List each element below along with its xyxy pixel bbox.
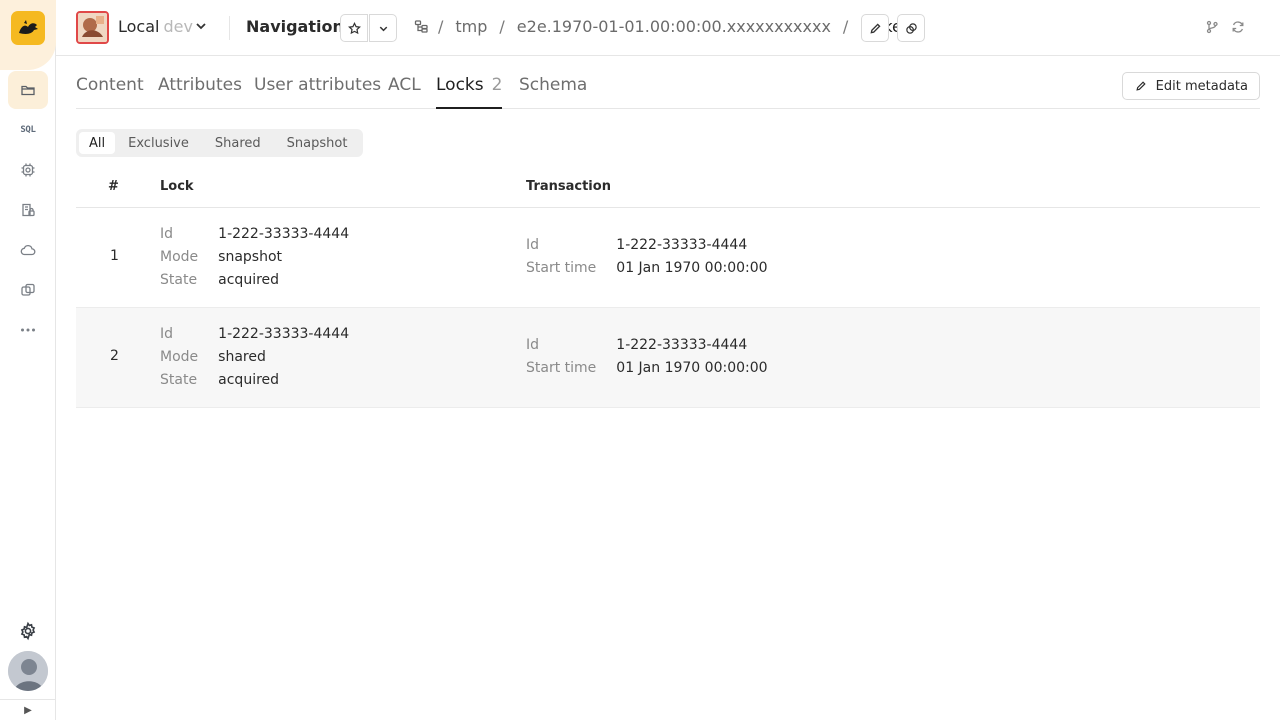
lock-mode-value: shared	[218, 349, 266, 365]
blocks-icon	[21, 283, 35, 296]
transaction-id-key: Id	[526, 237, 540, 253]
tab-content[interactable]: Content	[76, 75, 144, 109]
rail-navigation[interactable]	[8, 71, 48, 109]
rail-more[interactable]	[8, 311, 48, 349]
transaction-start-key: Start time	[526, 360, 597, 376]
filter-shared[interactable]: Shared	[202, 132, 274, 154]
avatar-icon	[8, 651, 48, 691]
filter-exclusive[interactable]: Exclusive	[115, 132, 202, 154]
logo-icon	[19, 20, 38, 34]
rail-system[interactable]	[8, 151, 48, 189]
tab-locks[interactable]: Locks 2	[436, 75, 503, 109]
transaction-id-value: 1-222-33333-4444	[616, 237, 748, 253]
more-icon	[21, 328, 35, 332]
lock-mode-key: Mode	[160, 249, 199, 265]
folder-icon	[21, 85, 35, 96]
filter-all[interactable]: All	[79, 132, 116, 154]
tab-attributes[interactable]: Attributes	[158, 75, 242, 109]
locks-table: # Lock Transaction 1 Id 1-222-33333-4444…	[76, 167, 1260, 408]
tree-root-icon[interactable]	[414, 19, 429, 34]
logo-area	[0, 0, 56, 70]
git-branch-icon[interactable]	[1205, 20, 1219, 34]
table-header: # Lock Transaction	[76, 167, 1260, 208]
pencil-icon	[1136, 81, 1146, 91]
chevron-down-icon	[379, 26, 387, 31]
collapse-rail-button[interactable]: ▶	[0, 699, 56, 720]
tab-locks-label: Locks	[436, 75, 484, 95]
user-avatar[interactable]	[8, 651, 48, 691]
object-tabs: Content Attributes User attributes ACL L…	[76, 62, 1260, 109]
copy-icon	[905, 22, 917, 34]
left-rail: SQL ▶	[0, 0, 56, 720]
star-icon	[347, 21, 361, 34]
transaction-details: Id 1-222-33333-4444 Start time 01 Jan 19…	[526, 236, 768, 277]
breadcrumb-separator: /	[842, 17, 849, 36]
column-header-transaction[interactable]: Transaction	[526, 179, 611, 194]
tab-schema[interactable]: Schema	[519, 75, 587, 109]
transaction-details: Id 1-222-33333-4444 Start time 01 Jan 19…	[526, 336, 768, 377]
column-header-lock[interactable]: Lock	[160, 179, 194, 194]
refresh-icon[interactable]	[1231, 20, 1245, 34]
lock-state-key: State	[160, 372, 198, 388]
chevron-down-icon[interactable]	[194, 19, 208, 33]
rail-sql[interactable]: SQL	[8, 111, 48, 149]
app-logo[interactable]	[11, 11, 45, 45]
page-title: Navigation	[246, 17, 344, 36]
lock-mode-key: Mode	[160, 349, 199, 365]
transaction-start-value: 01 Jan 1970 00:00:00	[616, 260, 768, 276]
cluster-thumbnail[interactable]	[76, 11, 109, 44]
play-right-icon: ▶	[24, 704, 32, 716]
rail-queries[interactable]	[8, 271, 48, 309]
edit-path-button[interactable]	[861, 14, 889, 42]
rail-cloud[interactable]	[8, 231, 48, 269]
favorite-button[interactable]	[340, 14, 368, 42]
cluster-image-icon	[78, 13, 107, 42]
lock-id-value: 1-222-33333-4444	[218, 226, 350, 242]
settings-gear-icon[interactable]	[18, 621, 38, 641]
favorites-dropdown-button[interactable]	[369, 14, 397, 42]
copy-path-button[interactable]	[897, 14, 925, 42]
filter-snapshot[interactable]: Snapshot	[274, 132, 361, 154]
pencil-icon	[869, 22, 881, 34]
transaction-start-key: Start time	[526, 260, 597, 276]
chip-icon	[21, 163, 35, 177]
table-row: 2 Id 1-222-33333-4444 Mode shared State …	[76, 308, 1260, 408]
lock-state-value: acquired	[218, 372, 280, 388]
lock-state-key: State	[160, 272, 198, 288]
lock-details: Id 1-222-33333-4444 Mode shared State ac…	[160, 325, 349, 389]
lock-details: Id 1-222-33333-4444 Mode snapshot State …	[160, 225, 349, 289]
edit-metadata-label: Edit metadata	[1155, 78, 1248, 94]
cluster-env: dev	[163, 17, 193, 36]
cluster-name: Local	[118, 17, 160, 36]
table-row: 1 Id 1-222-33333-4444 Mode snapshot Stat…	[76, 208, 1260, 308]
lock-mode-value: snapshot	[218, 249, 283, 265]
row-number: 1	[110, 248, 119, 264]
edit-metadata-button[interactable]: Edit metadata	[1121, 72, 1260, 100]
tab-acl[interactable]: ACL	[388, 75, 421, 109]
row-number: 2	[110, 348, 119, 364]
transaction-id-key: Id	[526, 337, 540, 353]
tab-user-attributes[interactable]: User attributes	[254, 75, 381, 109]
breadcrumb-item[interactable]: e2e.1970-01-01.00:00:00.xxxxxxxxxxx	[517, 17, 831, 36]
sql-icon: SQL	[20, 125, 36, 135]
cloud-icon	[20, 245, 36, 256]
rail-accounts[interactable]	[8, 191, 48, 229]
lock-state-value: acquired	[218, 272, 280, 288]
breadcrumb: / tmp / e2e.1970-01-01.00:00:00.xxxxxxxx…	[414, 17, 924, 36]
breadcrumb-separator: /	[499, 17, 505, 36]
lock-id-key: Id	[160, 326, 174, 342]
breadcrumb-separator: /	[438, 17, 444, 36]
lock-mode-filter: All Exclusive Shared Snapshot	[76, 129, 364, 157]
column-header-number[interactable]: #	[108, 179, 119, 194]
breadcrumb-item[interactable]: tmp	[455, 17, 487, 36]
transaction-start-value: 01 Jan 1970 00:00:00	[616, 360, 768, 376]
lock-id-key: Id	[160, 226, 174, 242]
accounts-icon	[22, 203, 35, 217]
header-divider	[229, 16, 230, 40]
tab-locks-count: 2	[491, 75, 503, 95]
cluster-selector[interactable]: Local dev	[118, 17, 193, 36]
transaction-id-value: 1-222-33333-4444	[616, 337, 748, 353]
lock-id-value: 1-222-33333-4444	[218, 326, 350, 342]
top-header: Local dev Navigation / tmp / e2e.1970-01-…	[56, 0, 1280, 56]
